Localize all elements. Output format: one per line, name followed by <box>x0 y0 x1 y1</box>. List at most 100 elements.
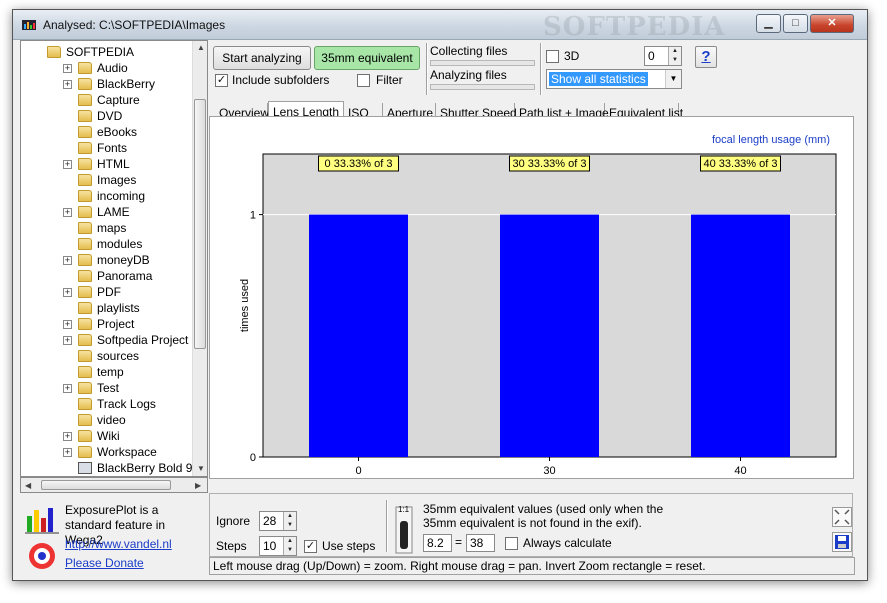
tree-item[interactable]: incoming <box>63 188 145 204</box>
tree-item[interactable]: + PDF <box>63 284 121 300</box>
zoom-reset-icon[interactable] <box>832 507 852 527</box>
chevron-down-icon[interactable]: ▼ <box>665 70 681 88</box>
maximize-button[interactable]: □ <box>783 14 808 33</box>
tree-item-label: Softpedia Project <box>97 333 189 347</box>
data-label: 0 33.33% of 3 <box>325 158 393 170</box>
filter-checkbox[interactable] <box>357 74 370 87</box>
filter-label: Filter <box>376 73 403 87</box>
include-subfolders-checkbox[interactable]: ✓ <box>215 74 228 87</box>
steps-spin-input[interactable]: 10 ▲ ▼ <box>259 536 297 556</box>
tree-item[interactable]: + Softpedia Project <box>63 332 188 348</box>
bottom-separator <box>386 500 388 552</box>
tree-item[interactable]: + Audio <box>63 60 128 76</box>
use-steps-label: Use steps <box>322 539 376 553</box>
expand-icon[interactable]: + <box>63 207 72 217</box>
tree-item[interactable]: + Test <box>63 380 119 396</box>
exposureplot-icon <box>25 508 59 534</box>
tree-item[interactable]: eBooks <box>63 124 137 140</box>
donate-icon <box>29 543 55 569</box>
expand-icon[interactable]: + <box>63 79 72 89</box>
tree-horizontal-scroll-thumb[interactable] <box>41 480 171 490</box>
folder-icon <box>78 126 92 138</box>
three-d-checkbox[interactable] <box>546 50 559 63</box>
tree-item[interactable]: BlackBerry Bold 99 <box>63 460 199 476</box>
equivalent-result-input[interactable]: 38 <box>466 534 495 552</box>
tree-item[interactable]: temp <box>63 364 124 380</box>
tree-item[interactable]: + LAME <box>63 204 130 220</box>
tree-item[interactable]: maps <box>63 220 126 236</box>
tree-item[interactable]: + moneyDB <box>63 252 150 268</box>
app-icon <box>22 20 36 30</box>
tree-item[interactable]: Fonts <box>63 140 127 156</box>
save-icon[interactable] <box>832 532 852 552</box>
expand-icon[interactable]: + <box>63 63 72 73</box>
equals-label: = <box>455 535 463 549</box>
spin-arrows-icon[interactable]: ▲ ▼ <box>668 47 681 65</box>
use-steps-checkbox[interactable]: ✓ <box>304 540 317 553</box>
folder-tree[interactable]: SOFTPEDIA + Audio + BlackBerry Capture DVD eBo… <box>20 40 208 477</box>
folder-icon <box>78 62 92 74</box>
tree-item-label: video <box>97 413 126 427</box>
expand-icon[interactable]: + <box>63 431 72 441</box>
chart-panel[interactable]: focal length usage (mm) times used 0 1 0 0 33… <box>209 116 854 479</box>
spin-arrows-icon[interactable]: ▲ ▼ <box>283 512 296 530</box>
equivalent-35mm-button[interactable]: 35mm equivalent <box>314 46 420 70</box>
tree-item-label: maps <box>97 221 127 235</box>
start-analyzing-button[interactable]: Start analyzing <box>213 46 311 70</box>
tree-item[interactable]: DVD <box>63 108 122 124</box>
tree-item[interactable]: Panorama <box>63 268 152 284</box>
title-bar[interactable]: Analysed: C:\SOFTPEDIA\Images SOFTPEDIA … <box>13 10 867 42</box>
tree-item[interactable]: + Wiki <box>63 428 120 444</box>
tree-vertical-scrollbar[interactable]: ▲ ▼ <box>192 41 207 476</box>
statistics-select[interactable]: Show all statistics ▼ <box>546 69 682 89</box>
tree-vertical-scroll-thumb[interactable] <box>194 99 206 349</box>
always-calculate-checkbox[interactable] <box>505 537 518 550</box>
tree-item-label: Panorama <box>97 269 153 283</box>
tree-item[interactable]: + BlackBerry <box>63 76 155 92</box>
vandel-link[interactable]: http://www.vandel.nl <box>65 537 172 551</box>
expand-icon[interactable]: + <box>63 319 72 329</box>
spin-arrows-icon[interactable]: ▲ ▼ <box>283 537 296 555</box>
data-label: 40 33.33% of 3 <box>703 158 777 170</box>
window-title: Analysed: C:\SOFTPEDIA\Images <box>43 18 226 32</box>
tree-item[interactable]: + Workspace <box>63 444 157 460</box>
expand-icon[interactable]: + <box>63 447 72 457</box>
equiv-info-line2: 35mm equivalent is not found in the exif… <box>423 516 642 530</box>
expand-icon[interactable]: + <box>63 255 72 265</box>
collecting-progress <box>430 60 535 66</box>
tree-item[interactable]: playlists <box>63 300 140 316</box>
tree-item[interactable]: + Project <box>63 316 134 332</box>
chart[interactable]: focal length usage (mm) times used 0 1 0 0 33… <box>210 117 853 478</box>
tree-item[interactable]: + HTML <box>63 156 130 172</box>
expand-icon[interactable]: + <box>63 287 72 297</box>
scroll-left-icon[interactable]: ◀ <box>25 481 31 490</box>
ignore-spin-input[interactable]: 28 ▲ ▼ <box>259 511 297 531</box>
tree-item[interactable]: Capture <box>63 92 140 108</box>
scroll-down-icon[interactable]: ▼ <box>197 464 205 473</box>
steps-spin-value: 10 <box>263 539 277 553</box>
tree-item-label: PDF <box>97 285 121 299</box>
scroll-right-icon[interactable]: ▶ <box>195 481 201 490</box>
tree-item[interactable]: Images <box>63 172 136 188</box>
tree-item[interactable]: sources <box>63 348 139 364</box>
tree-item[interactable]: Track Logs <box>63 396 156 412</box>
minimize-button[interactable]: ▁ <box>756 14 781 33</box>
expand-icon[interactable]: + <box>63 383 72 393</box>
expand-icon[interactable]: + <box>63 335 72 345</box>
expand-icon[interactable]: + <box>63 159 72 169</box>
help-button[interactable]: ? <box>695 46 717 68</box>
crop-factor-input[interactable]: 8.2 <box>423 534 452 552</box>
tree-horizontal-scrollbar[interactable]: ◀ ▶ <box>20 477 208 493</box>
data-label: 30 33.33% of 3 <box>512 158 586 170</box>
tree-item[interactable]: modules <box>63 236 142 252</box>
tree-root[interactable]: SOFTPEDIA <box>47 44 134 60</box>
tree-item-label: eBooks <box>97 125 138 139</box>
toolbar-separator <box>426 43 428 95</box>
scroll-up-icon[interactable]: ▲ <box>197 43 205 52</box>
tree-item-label: modules <box>97 237 143 251</box>
close-button[interactable]: ✕ <box>810 14 854 33</box>
tree-item-label: moneyDB <box>97 253 150 267</box>
donate-link[interactable]: Please Donate <box>65 556 144 570</box>
tree-item[interactable]: video <box>63 412 126 428</box>
chart-spin-input[interactable]: 0 ▲ ▼ <box>644 46 682 66</box>
